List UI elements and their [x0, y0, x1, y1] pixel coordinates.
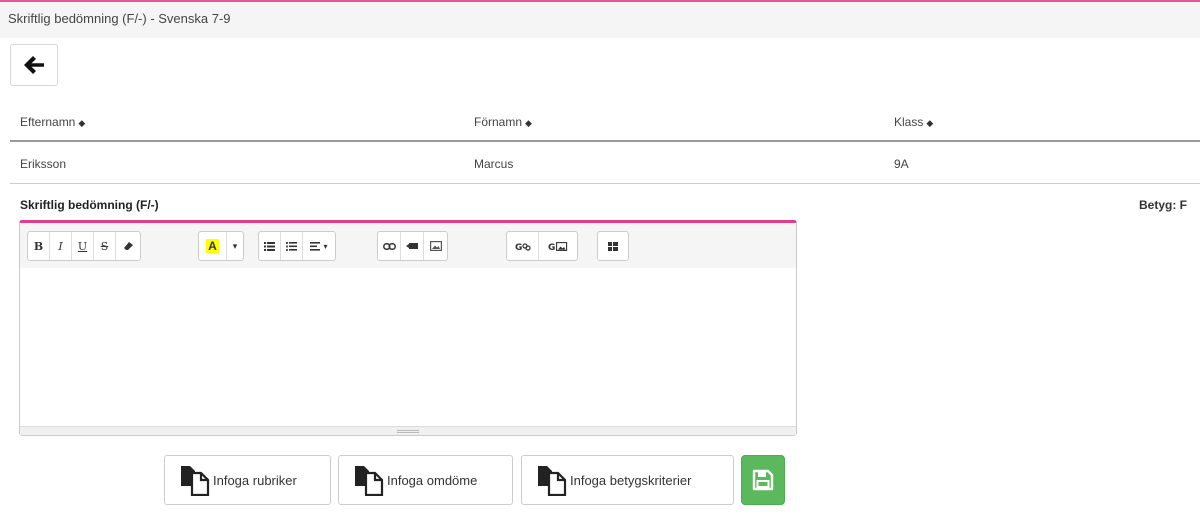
- insert-criteria-button[interactable]: Infoga betygskriterier: [521, 455, 734, 505]
- copy-document-icon: [538, 466, 567, 496]
- grade-value: Betyg: F: [1139, 198, 1187, 212]
- column-label: Förnamn: [474, 115, 523, 129]
- highlight-color-button[interactable]: A: [199, 232, 227, 260]
- video-button[interactable]: [401, 232, 424, 260]
- table-row: Eriksson Marcus 9A: [10, 142, 1200, 184]
- color-group: A ▾: [198, 231, 244, 261]
- resize-grip-icon: [397, 429, 419, 433]
- insert-comment-label: Infoga omdöme: [387, 472, 478, 488]
- insert-group: [377, 231, 448, 261]
- insert-comment-button[interactable]: Infoga omdöme: [338, 455, 513, 505]
- video-icon: [406, 243, 418, 249]
- sort-icon: ◆: [525, 118, 532, 128]
- svg-text:G: G: [548, 243, 555, 252]
- editor-resize-handle[interactable]: [20, 426, 796, 435]
- table-button[interactable]: [598, 232, 628, 260]
- page-title: Skriftlig bedömning (F/-) - Svenska 7-9: [8, 11, 231, 26]
- clear-format-button[interactable]: [116, 232, 140, 260]
- link-icon: [382, 242, 396, 250]
- insert-headings-button[interactable]: Infoga rubriker: [164, 455, 331, 505]
- cell-efternamn: Eriksson: [20, 157, 67, 171]
- image-icon: [429, 241, 442, 251]
- align-dropdown-button[interactable]: ▾: [303, 232, 335, 260]
- table-header: Efternamn ◆ Förnamn ◆ Klass ◆: [10, 102, 1200, 142]
- column-header-klass[interactable]: Klass ◆: [894, 115, 933, 129]
- paragraph-group: ▾: [258, 231, 336, 261]
- insert-criteria-label: Infoga betygskriterier: [570, 472, 692, 488]
- glossary-link-button[interactable]: G: [507, 232, 539, 260]
- copy-document-icon: [181, 466, 210, 496]
- image-button[interactable]: [424, 232, 447, 260]
- title-bar: Skriftlig bedömning (F/-) - Svenska 7-9: [0, 2, 1200, 38]
- svg-text:G: G: [515, 243, 522, 252]
- copy-document-icon: [355, 466, 384, 496]
- eraser-icon: [123, 242, 133, 250]
- ordered-list-button[interactable]: [281, 232, 303, 260]
- text-color-icon: A: [206, 239, 219, 253]
- link-button[interactable]: [378, 232, 401, 260]
- glossary-group: G G: [506, 231, 578, 261]
- back-button[interactable]: [10, 44, 58, 86]
- font-style-group: B I U S: [27, 231, 141, 261]
- insert-headings-label: Infoga rubriker: [213, 472, 297, 488]
- column-header-efternamn[interactable]: Efternamn ◆: [20, 115, 85, 129]
- list-number-icon: [286, 241, 297, 251]
- column-header-fornamn[interactable]: Förnamn ◆: [474, 115, 532, 129]
- column-label: Klass: [894, 115, 924, 129]
- strikethrough-button[interactable]: S: [94, 232, 116, 260]
- sort-icon: ◆: [78, 118, 86, 128]
- glossary-link-icon: G: [515, 243, 531, 252]
- editor-text-area[interactable]: [20, 268, 796, 428]
- chevron-down-icon: ▾: [323, 241, 328, 251]
- align-left-icon: [310, 241, 321, 251]
- glossary-image-button[interactable]: G: [539, 232, 577, 260]
- floppy-disk-icon: [752, 469, 774, 491]
- bold-button[interactable]: B: [28, 232, 50, 260]
- table-group: [597, 231, 629, 261]
- editor-toolbar: B I U S A ▾ ▾ G G: [20, 223, 796, 268]
- cell-klass: 9A: [894, 157, 909, 171]
- sort-icon: ◆: [926, 118, 934, 128]
- unordered-list-button[interactable]: [259, 232, 281, 260]
- glossary-image-icon: G: [548, 241, 568, 252]
- list-bullet-icon: [264, 241, 275, 251]
- italic-button[interactable]: I: [50, 232, 72, 260]
- rich-text-editor: B I U S A ▾ ▾ G G: [19, 220, 797, 436]
- arrow-left-icon: [24, 56, 44, 74]
- student-table: Efternamn ◆ Förnamn ◆ Klass ◆ Eriksson Marc…: [10, 102, 1200, 184]
- cell-fornamn: Marcus: [474, 157, 514, 171]
- underline-button[interactable]: U: [72, 232, 94, 260]
- save-button[interactable]: [741, 455, 785, 505]
- color-dropdown-button[interactable]: ▾: [227, 232, 243, 260]
- table-icon: [608, 241, 618, 251]
- assessment-label: Skriftlig bedömning (F/-): [20, 198, 159, 212]
- column-label: Efternamn: [20, 115, 76, 129]
